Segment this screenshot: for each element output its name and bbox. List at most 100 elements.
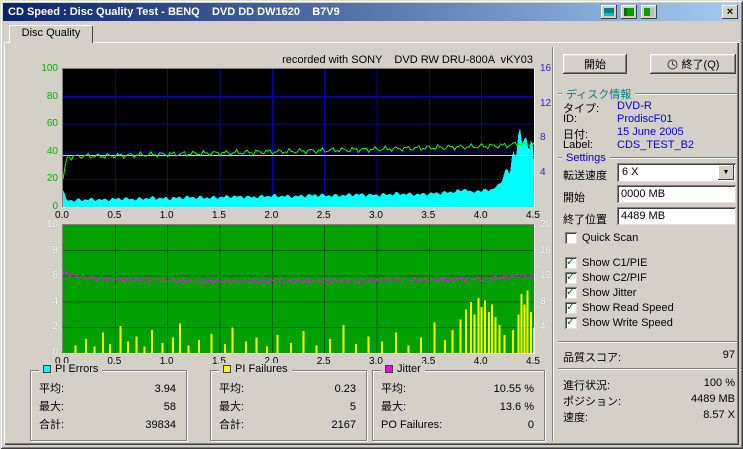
- stat-row: 最大: 5: [211, 398, 366, 416]
- axis-tick: 2.5: [312, 356, 336, 367]
- stats-groupbox-pi-errors: PI Errors平均:3.94最大:58合計:39834: [30, 370, 187, 441]
- stats-caption: PI Failures: [219, 363, 292, 375]
- exit-button[interactable]: 終了(Q): [650, 54, 736, 74]
- chevron-down-icon[interactable]: ▼: [718, 165, 734, 180]
- stats-rows: 平均:0.23最大: 5 合計: 2167: [211, 371, 366, 434]
- stats-groupbox-pi-failures: PI Failures平均:0.23最大:5合計:2167: [210, 370, 367, 441]
- stat-value: 39834: [145, 416, 176, 434]
- result-value: 8.57 X: [630, 409, 735, 421]
- stat-row: 平均: 3.94: [31, 380, 186, 398]
- axis-tick: 8: [540, 296, 562, 307]
- checkbox-label: Quick Scan: [582, 232, 638, 244]
- stat-value: 5: [350, 398, 356, 416]
- recorded-with-label: recorded with SONY DVD RW DRU-800A vKY03: [200, 54, 533, 66]
- checkbox-show-c1-pie[interactable]: Show C1/PIE: [565, 257, 647, 269]
- axis-tick: 12: [540, 98, 562, 109]
- stat-row: 合計: 2167: [211, 416, 366, 434]
- checkbox-show-write-speed[interactable]: Show Write Speed: [565, 317, 673, 329]
- stat-value: 2167: [332, 416, 356, 434]
- chart-icon[interactable]: [601, 5, 617, 19]
- transfer-speed-value: 6 X: [622, 166, 639, 178]
- stat-label: 合計:: [219, 416, 244, 434]
- start-button-label: 開始: [584, 56, 606, 72]
- checkbox-box[interactable]: [565, 257, 577, 269]
- checkbox-box[interactable]: [565, 302, 577, 314]
- settings-header-line: [558, 157, 562, 159]
- stats-title: Jitter: [397, 363, 421, 375]
- settings-header-line: [610, 157, 737, 159]
- stat-row: PO Failures:0: [373, 416, 544, 434]
- checkbox-show-c2-pif[interactable]: Show C2/PIF: [565, 272, 647, 284]
- log-icon-glyph: [624, 8, 634, 16]
- disc-info-label: Label:: [563, 139, 593, 151]
- chart-icon-glyph: [604, 8, 614, 16]
- start-position-input[interactable]: [617, 185, 736, 203]
- stat-label: PO Failures:: [381, 416, 442, 434]
- separator-line: [558, 341, 737, 343]
- disc-icon[interactable]: [641, 5, 657, 19]
- axis-tick: 4.0: [469, 210, 493, 221]
- axis-tick: 80: [28, 91, 58, 102]
- checkbox-box[interactable]: [565, 272, 577, 284]
- exit-icon: [667, 59, 678, 70]
- axis-tick: 4: [28, 296, 58, 307]
- disc-info-value: DVD-R: [617, 100, 652, 112]
- stats-rows: 平均: 3.94最大:58合計: 39834: [31, 371, 186, 434]
- legend-swatch: [385, 365, 393, 373]
- titlebar[interactable]: CD Speed : Disc Quality Test - BENQ DVD …: [3, 3, 740, 21]
- checkbox-show-jitter[interactable]: Show Jitter: [565, 287, 636, 299]
- end-position-label: 終了位置: [563, 211, 607, 227]
- tab-disc-quality[interactable]: Disc Quality: [9, 25, 93, 43]
- log-icon[interactable]: [621, 5, 637, 19]
- axis-tick: 20: [28, 173, 58, 184]
- stat-row: 最大:58: [31, 398, 186, 416]
- checkbox-show-read-speed[interactable]: Show Read Speed: [565, 302, 674, 314]
- quality-chart-bottom: [62, 224, 535, 354]
- result-label: 速度:: [563, 409, 588, 425]
- window-title: CD Speed : Disc Quality Test - BENQ DVD …: [3, 6, 340, 18]
- disc-info-value: ProdiscF01: [617, 113, 673, 125]
- result-value: 4489 MB: [630, 393, 735, 405]
- result-label: 品質スコア:: [563, 349, 621, 365]
- checkbox-box[interactable]: [565, 287, 577, 299]
- checkbox-box[interactable]: [565, 317, 577, 329]
- stat-label: 平均:: [219, 380, 244, 398]
- stats-title: PI Failures: [235, 363, 288, 375]
- exit-button-label: 終了(Q): [682, 56, 720, 72]
- close-icon[interactable]: ×: [722, 5, 738, 19]
- settings-header-label: Settings: [566, 152, 606, 164]
- checkbox-quick-scan[interactable]: Quick Scan: [565, 232, 638, 244]
- axis-tick: 60: [28, 118, 58, 129]
- stat-row: 平均:0.23: [211, 380, 366, 398]
- checkbox-box[interactable]: [565, 232, 577, 244]
- axis-tick: 1.0: [155, 210, 179, 221]
- end-position-input[interactable]: [617, 207, 736, 225]
- result-value: 100 %: [630, 377, 735, 389]
- start-position-label: 開始: [563, 189, 585, 205]
- axis-tick: 100: [28, 63, 58, 74]
- axis-tick: 1.0: [155, 356, 179, 367]
- tab-label: Disc Quality: [22, 27, 81, 39]
- transfer-speed-select[interactable]: 6 X ▼: [617, 163, 736, 182]
- axis-tick: 10: [28, 219, 58, 230]
- axis-tick: 8: [540, 132, 562, 143]
- stat-value: 3.94: [155, 380, 176, 398]
- disc-icon-glyph: [644, 8, 654, 16]
- legend-swatch: [43, 365, 51, 373]
- stats-caption: Jitter: [381, 363, 425, 375]
- stat-label: 平均:: [39, 380, 64, 398]
- result-label: 進行状況:: [563, 377, 610, 393]
- axis-tick: 1.5: [207, 210, 231, 221]
- stat-label: 合計:: [39, 416, 64, 434]
- transfer-speed-label: 転送速度: [563, 167, 607, 183]
- separator-line: [558, 368, 737, 370]
- axis-tick: 16: [540, 63, 562, 74]
- start-button[interactable]: 開始: [563, 54, 627, 74]
- axis-tick: 2.0: [259, 210, 283, 221]
- app-window: CD Speed : Disc Quality Test - BENQ DVD …: [0, 0, 743, 449]
- stat-label: 最大:: [219, 398, 244, 416]
- quality-chart-top: [62, 68, 535, 208]
- axis-tick: 20: [540, 219, 562, 230]
- axis-tick: 0.5: [102, 210, 126, 221]
- stat-label: 平均:: [381, 380, 406, 398]
